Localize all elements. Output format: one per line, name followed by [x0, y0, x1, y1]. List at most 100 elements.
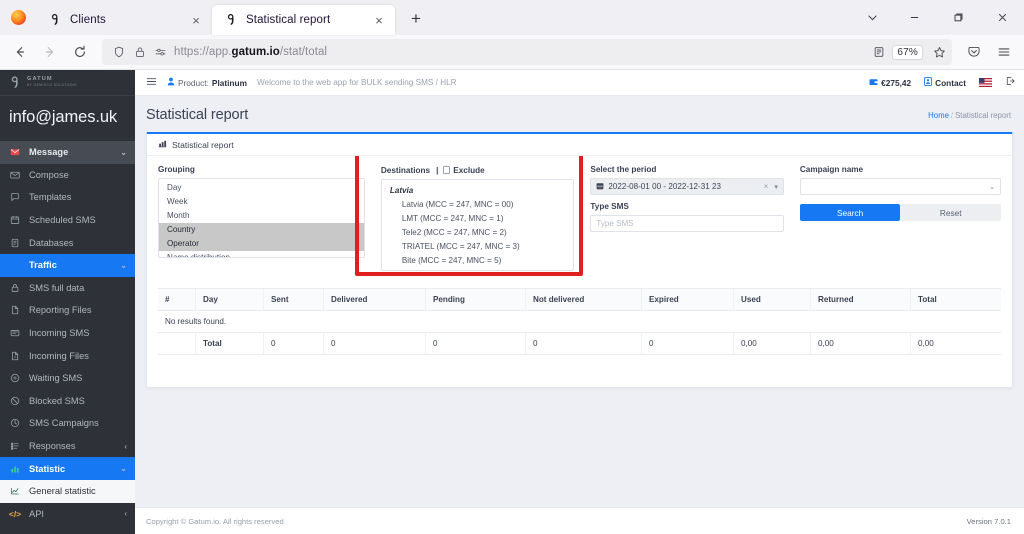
zoom-level-badge[interactable]: 67% [892, 44, 923, 60]
welcome-message: Welcome to the web app for BULK sending … [256, 78, 457, 87]
exclude-checkbox[interactable] [442, 166, 451, 174]
mail-icon [9, 170, 21, 180]
column-header-number[interactable]: # [158, 289, 196, 310]
grouping-option-name-distribution[interactable]: Name distribution [159, 251, 364, 257]
column-header-expired[interactable]: Expired [642, 289, 734, 310]
sidebar-item-message[interactable]: Message ⌄ [0, 141, 135, 164]
sidebar-item-responses[interactable]: Responses ‹ [0, 435, 135, 458]
reader-view-icon[interactable] [871, 45, 886, 60]
grouping-option-country[interactable]: Country [159, 222, 364, 237]
browser-tab-clients[interactable]: Clients × [36, 5, 212, 35]
us-flag-icon[interactable] [979, 78, 992, 87]
sidebar-item-label: Waiting SMS [29, 373, 83, 384]
type-sms-input[interactable]: Type SMS [596, 219, 777, 228]
hamburger-icon[interactable] [146, 76, 157, 90]
sidebar-item-incoming-sms[interactable]: Incoming SMS [0, 322, 135, 345]
destination-option[interactable]: TRIATEL (MCC = 247, MNC = 3) [382, 240, 573, 254]
period-input[interactable]: 2022-08-01 00 - 2022-12-31 23 × ▾ [590, 178, 784, 195]
bookmark-star-icon[interactable] [932, 45, 947, 60]
column-header-day[interactable]: Day [196, 289, 264, 310]
empty-message: No results found. [165, 317, 227, 326]
url-text: https://app.gatum.io/stat/total [174, 46, 328, 58]
column-header-pending[interactable]: Pending [426, 289, 526, 310]
sidebar-item-reporting-files[interactable]: Reporting Files [0, 299, 135, 322]
breadcrumb-home[interactable]: Home [928, 111, 949, 120]
sidebar-item-api[interactable]: </> API ‹ [0, 503, 135, 526]
destination-option[interactable]: Latvia (MCC = 247, MNC = 00) [382, 198, 573, 212]
balance-indicator[interactable]: €275,42 [869, 78, 911, 88]
contact-link[interactable]: Contact [924, 77, 966, 88]
grouping-option-operator[interactable]: Operator [159, 236, 364, 251]
card-title: Statistical report [172, 139, 234, 150]
destination-option[interactable]: LMT (MCC = 247, MNC = 1) [382, 212, 573, 226]
campaign-select[interactable]: ⌄ [799, 178, 1001, 195]
destinations-listbox[interactable]: Latvia Latvia (MCC = 247, MNC = 00) LMT … [380, 179, 575, 271]
close-icon[interactable]: × [371, 12, 387, 28]
grouping-label: Grouping [158, 165, 195, 174]
lock-icon[interactable] [132, 45, 147, 60]
sidebar-item-templates[interactable]: Templates [0, 186, 135, 209]
pocket-icon[interactable] [960, 38, 988, 66]
new-tab-button[interactable]: + [403, 6, 429, 32]
chevron-down-icon[interactable]: ⌄ [989, 183, 995, 191]
forward-icon[interactable] [36, 38, 64, 66]
gatum-favicon-icon [225, 13, 239, 27]
sidebar-item-incoming-files[interactable]: Incoming Files [0, 344, 135, 367]
destination-option[interactable]: Bite (MCC = 247, MNC = 5) [382, 254, 573, 268]
list-all-tabs-icon[interactable] [852, 2, 892, 34]
permissions-icon[interactable] [153, 45, 168, 60]
shield-icon[interactable] [111, 45, 126, 60]
type-sms-input-wrap[interactable]: Type SMS [590, 215, 784, 232]
logout-icon[interactable] [1005, 76, 1015, 89]
column-header-used[interactable]: Used [734, 289, 811, 310]
grouping-option-day[interactable]: Day [159, 181, 364, 195]
address-bar[interactable]: https://app.gatum.io/stat/total 67% [102, 39, 952, 65]
grouping-listbox[interactable]: Day Week Month Country Operator Name dis… [158, 178, 365, 258]
sidebar-item-label: Reporting Files [29, 305, 92, 316]
brand-logo[interactable]: GATUM BY GEMIXCO SOLUTIONS [0, 70, 135, 96]
destination-option[interactable]: Tele2 (MCC = 247, MNC = 2) [382, 226, 573, 240]
column-header-delivered[interactable]: Delivered [324, 289, 426, 310]
database-icon [9, 238, 21, 248]
back-icon[interactable] [6, 38, 34, 66]
sidebar-item-label: SMS Campaigns [29, 418, 99, 429]
sidebar-item-sms-full-data[interactable]: SMS full data [0, 277, 135, 300]
grouping-option-month[interactable]: Month [159, 209, 364, 223]
sidebar-item-general-statistic[interactable]: General statistic [0, 479, 135, 503]
gatum-favicon-icon [49, 13, 63, 27]
chevron-down-icon: ⌄ [120, 464, 127, 474]
chevron-left-icon: ‹ [124, 441, 127, 451]
exclude-checkbox-wrap[interactable]: Exclude [442, 166, 485, 175]
clear-icon[interactable]: × [764, 182, 769, 191]
sidebar-item-scheduled-sms[interactable]: Scheduled SMS [0, 209, 135, 232]
chevron-down-icon[interactable]: ▾ [774, 183, 778, 191]
destinations-header: Destinations || Exclude [381, 165, 574, 175]
contact-label: Contact [935, 77, 966, 88]
sidebar-item-blocked-sms[interactable]: Blocked SMS [0, 390, 135, 413]
column-header-total[interactable]: Total [911, 289, 983, 310]
destinations-group-latvia: Latvia [389, 186, 414, 196]
sidebar-item-sms-campaigns[interactable]: SMS Campaigns [0, 412, 135, 435]
reset-button[interactable]: Reset [900, 204, 1002, 221]
total-cell-expired: 0 [642, 333, 734, 354]
sidebar-item-traffic[interactable]: Traffic ⌄ [0, 253, 135, 277]
close-icon[interactable]: × [188, 12, 204, 28]
sidebar-item-label: Templates [29, 192, 72, 203]
restore-icon[interactable] [936, 2, 980, 34]
grouping-option-week[interactable]: Week [159, 195, 364, 209]
column-header-sent[interactable]: Sent [264, 289, 324, 310]
column-header-returned[interactable]: Returned [811, 289, 911, 310]
menu-icon[interactable] [990, 38, 1018, 66]
table-total-row: Total 0 0 0 0 0 0,00 0,00 0,00 [158, 333, 1001, 355]
close-window-icon[interactable] [980, 2, 1024, 34]
browser-tab-statistical-report[interactable]: Statistical report × [212, 5, 395, 35]
search-button[interactable]: Search [799, 204, 901, 221]
sidebar-item-databases[interactable]: Databases [0, 231, 135, 254]
destination-option[interactable]: Rigatta (MCC = 247, MNC = 6) [382, 268, 573, 270]
sidebar-item-waiting-sms[interactable]: Waiting SMS [0, 367, 135, 390]
minimize-icon[interactable] [892, 2, 936, 34]
sidebar-item-statistic[interactable]: Statistic ⌄ [0, 457, 135, 480]
reload-icon[interactable] [66, 38, 94, 66]
sidebar-item-compose[interactable]: Compose [0, 164, 135, 187]
column-header-not-delivered[interactable]: Not delivered [526, 289, 642, 310]
